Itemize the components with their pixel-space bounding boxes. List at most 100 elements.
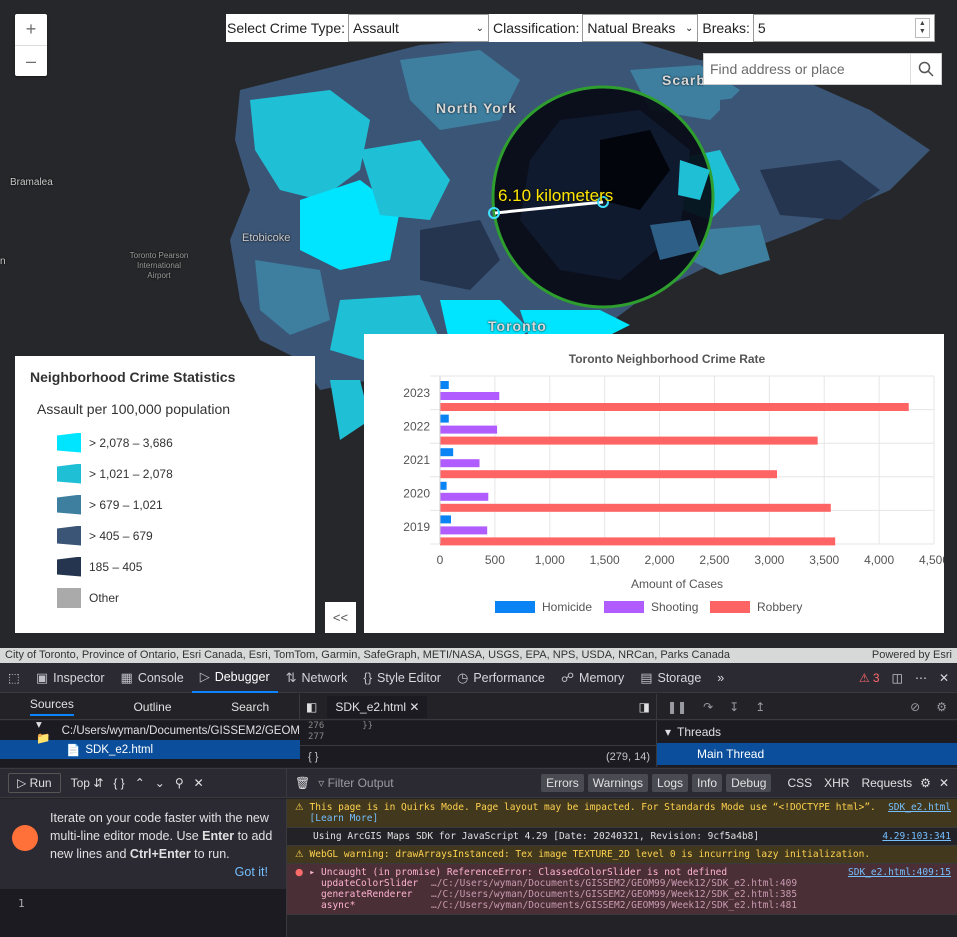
powered-by[interactable]: Powered by Esri xyxy=(872,648,952,663)
pick-element-icon[interactable]: ⬚ xyxy=(0,663,28,693)
got-it-link[interactable]: Got it! xyxy=(235,863,268,881)
bar-robbery-2019 xyxy=(440,537,836,546)
map-view[interactable]: North York Scarb Bramalea Etobicoke Toro… xyxy=(0,0,957,663)
close-icon[interactable]: ✕ xyxy=(939,776,949,790)
menu-icon[interactable]: ⋯ xyxy=(915,671,927,685)
history-down-icon[interactable]: ⌄ xyxy=(155,776,165,790)
performance-icon: ◷ xyxy=(456,669,469,685)
tab-inspector[interactable]: ▣ Inspector xyxy=(28,663,113,693)
filter-bar: 🗑 ▿ Filter Output Errors Warnings Logs Info… xyxy=(287,769,957,797)
error-count-badge[interactable]: ⚠ 3 xyxy=(859,671,880,685)
stack-frame-location[interactable]: …/C:/Users/wyman/Documents/GISSEM2/GEOM9… xyxy=(431,878,951,889)
trash-icon[interactable]: 🗑 xyxy=(295,776,310,790)
classification-select[interactable]: Natual Breaks ⌄ xyxy=(582,14,699,42)
filter-requests[interactable]: Requests xyxy=(861,776,912,790)
debug-controls: ❚❚ ↷ ↧ ↥ ⊘ ⚙ xyxy=(657,694,957,719)
settings-icon[interactable]: ⚙ xyxy=(920,776,931,790)
code-line: 277 xyxy=(308,732,325,742)
main-thread[interactable]: Main Thread xyxy=(657,743,957,765)
filter-debug[interactable]: Debug xyxy=(726,774,772,792)
search-icon[interactable]: ⚲ xyxy=(175,776,184,790)
message-source-link[interactable]: 4.29:103:341 xyxy=(882,831,951,842)
tab-network[interactable]: ⇅ Network xyxy=(278,663,356,693)
toggle-sidebar-icon[interactable]: ◧ xyxy=(306,700,317,714)
breaks-input[interactable]: 5 ▲ ▼ xyxy=(752,14,935,42)
pretty-print-braces[interactable]: { } xyxy=(308,751,318,763)
collapse-button[interactable]: << xyxy=(325,602,356,633)
close-icon[interactable]: ✕ xyxy=(939,671,949,685)
legend-label: Other xyxy=(89,590,120,605)
filter-info[interactable]: Info xyxy=(692,774,723,792)
search-button[interactable] xyxy=(910,54,941,84)
step-over-icon[interactable]: ↷ xyxy=(703,700,713,714)
breaks-value: 5 xyxy=(757,20,766,36)
editor-footer: { } (279, 14) xyxy=(300,745,656,767)
bar-shooting-2019 xyxy=(440,526,488,535)
tab-memory[interactable]: ☍ Memory xyxy=(553,663,632,693)
stack-frame-location[interactable]: …/C:/Users/wyman/Documents/GISSEM2/GEOM9… xyxy=(431,889,951,900)
label-scarborough: Scarb xyxy=(662,72,706,88)
learn-more-link[interactable]: [Learn More] xyxy=(310,813,379,824)
deactivate-breakpoints-icon[interactable]: ⊘ xyxy=(910,700,920,714)
legend-swatch-shooting xyxy=(604,601,644,613)
code-line: 276 }} xyxy=(308,721,374,731)
chart-title: Toronto Neighborhood Crime Rate xyxy=(569,352,766,366)
filter-xhr[interactable]: XHR xyxy=(824,776,849,790)
step-out-icon[interactable]: ↥ xyxy=(755,700,765,714)
message-source-link[interactable]: SDK_e2.html:409:15 xyxy=(848,867,951,878)
zoom-out-button[interactable]: – xyxy=(15,45,47,76)
filter-css[interactable]: CSS xyxy=(787,776,812,790)
warning-icon: ⚠ xyxy=(295,802,304,813)
braces-icon[interactable]: { } xyxy=(113,776,124,790)
crime-type-select[interactable]: Assault ⌄ xyxy=(348,14,490,42)
file-tab[interactable]: SDK_e2.html ✕ xyxy=(327,695,428,718)
search-widget: Find address or place xyxy=(703,53,942,85)
run-button[interactable]: ▷ Run xyxy=(8,773,61,793)
pause-icon[interactable]: ❚❚ xyxy=(667,700,687,714)
stack-frame-location[interactable]: …/C:/Users/wyman/Documents/GISSEM2/GEOM9… xyxy=(431,900,951,911)
dock-icon[interactable]: ◫ xyxy=(892,671,903,685)
source-tab-outline[interactable]: Outline xyxy=(133,700,171,714)
console-message-error: ● ▸ Uncaught (in promise) ReferenceError… xyxy=(287,864,957,915)
filter-warnings[interactable]: Warnings xyxy=(587,774,649,792)
legend-label: 185 – 405 xyxy=(89,559,143,574)
legend-subtitle: Assault per 100,000 population xyxy=(37,401,231,417)
bar-homicide-2019 xyxy=(440,515,451,524)
filter-input[interactable]: ▿ Filter Output xyxy=(318,776,533,790)
tab-storage[interactable]: ▤ Storage xyxy=(632,663,709,693)
close-icon[interactable]: ✕ xyxy=(194,776,204,790)
code-editor[interactable]: 276 }} 277 { } (279, 14) xyxy=(300,721,657,767)
bar-shooting-2021 xyxy=(440,459,480,468)
context-select[interactable]: Top ⇵ xyxy=(71,776,104,790)
search-input[interactable]: Find address or place xyxy=(704,54,910,84)
legend-item: > 405 – 679 xyxy=(57,520,300,551)
toggle-panel-icon[interactable]: ◨ xyxy=(639,700,650,714)
settings-icon[interactable]: ⚙ xyxy=(936,700,947,714)
legend-label: > 1,021 – 2,078 xyxy=(89,466,173,481)
source-tab-sources[interactable]: Sources xyxy=(29,697,74,716)
filter-logs[interactable]: Logs xyxy=(652,774,689,792)
filter-errors[interactable]: Errors xyxy=(541,774,584,792)
bar-robbery-2021 xyxy=(440,470,778,479)
source-tab-search[interactable]: Search xyxy=(231,700,269,714)
tab-style-editor[interactable]: {} Style Editor xyxy=(355,663,449,693)
more-tools-icon[interactable]: » xyxy=(709,663,732,693)
expand-icon[interactable]: ▸ xyxy=(309,867,315,878)
run-bar: ▷ Run Top ⇵ { } ⌃ ⌄ ⚲ ✕ xyxy=(0,769,287,797)
attribution-text[interactable]: City of Toronto, Province of Ontario, Es… xyxy=(5,648,730,663)
tab-console[interactable]: ▦ Console xyxy=(113,663,192,693)
y-tick-label: 2023 xyxy=(403,386,430,400)
label-airport: Toronto Pearson International Airport xyxy=(129,251,189,280)
step-in-icon[interactable]: ↧ xyxy=(729,700,739,714)
error-icon: ● xyxy=(295,867,304,878)
tab-debugger[interactable]: ▷ Debugger xyxy=(191,663,278,693)
console-line-number[interactable]: 1 xyxy=(0,889,286,918)
tab-performance[interactable]: ◷ Performance xyxy=(449,663,553,693)
threads-header[interactable]: ▾ Threads xyxy=(657,721,957,743)
spinner-icon[interactable]: ▲ ▼ xyxy=(914,18,930,38)
tree-folder[interactable]: ▾ 📁 C:/Users/wyman/Documents/GISSEM2/GEO… xyxy=(0,719,300,745)
zoom-in-button[interactable]: + xyxy=(15,14,47,45)
message-source-link[interactable]: SDK_e2.html xyxy=(888,802,951,824)
history-up-icon[interactable]: ⌃ xyxy=(135,776,145,790)
chevron-down-icon: ⌄ xyxy=(685,22,694,34)
